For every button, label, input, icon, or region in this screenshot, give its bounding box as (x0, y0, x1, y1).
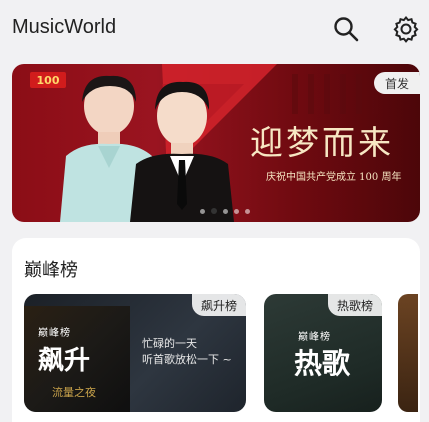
cover-title: 热歌 (294, 347, 351, 380)
tile-description: 忙碌的一天 听首歌放松一下 ~ (142, 336, 232, 368)
cover-title: 飙升 (38, 346, 91, 376)
app-title: MusicWorld (12, 16, 117, 38)
carousel-dot[interactable] (245, 208, 250, 214)
cover-brand: 巅峰榜 (38, 328, 71, 339)
banner-headline: 迎梦而来 (250, 123, 394, 162)
tile-badge: 热歌榜 (327, 294, 382, 316)
centenary-logo: 100 (30, 72, 66, 88)
carousel-dot[interactable] (200, 208, 205, 214)
chart-tile-hot[interactable]: 巅峰榜 热歌 热歌榜 (264, 294, 382, 412)
carousel-dot-active[interactable] (211, 208, 217, 214)
desc-line-2: 听首歌放松一下 ~ (142, 353, 232, 366)
search-icon (334, 17, 359, 42)
banner-subline: 庆祝中国共产党成立 100 周年 (266, 172, 402, 183)
carousel-dot[interactable] (223, 208, 228, 214)
chart-tile-rising[interactable]: 巅峰榜 飙升 流量之夜 忙碌的一天 听首歌放松一下 ~ 飙升榜 (24, 294, 246, 412)
settings-button[interactable] (390, 13, 422, 45)
rising-cover: 巅峰榜 飙升 流量之夜 (24, 306, 130, 412)
search-button[interactable] (330, 13, 362, 45)
release-badge: 首发 (374, 72, 420, 94)
chart-tile-partial[interactable] (398, 294, 418, 412)
carousel-dot[interactable] (234, 208, 239, 214)
app-header: MusicWorld (0, 0, 429, 60)
cover-tag: 流量之夜 (52, 386, 96, 399)
cover-brand: 巅峰榜 (298, 332, 331, 343)
carousel-dots[interactable] (200, 208, 250, 214)
desc-line-1: 忙碌的一天 (142, 337, 197, 350)
section-title: 巅峰榜 (24, 260, 78, 281)
promo-banner[interactable]: 100 首发 迎梦而来 庆祝中国共产党成立 100 周年 (12, 64, 420, 222)
tile-badge: 飙升榜 (191, 294, 246, 316)
gear-icon (393, 15, 419, 43)
peak-charts-card: 巅峰榜 巅峰榜 飙升 流量之夜 忙碌的一天 听首歌放松一下 ~ 飙升榜 巅峰榜 … (12, 238, 420, 422)
